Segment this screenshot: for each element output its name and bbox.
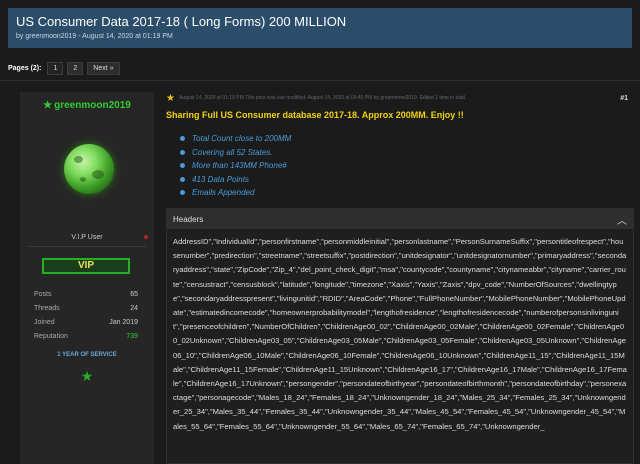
star-icon: ★ [166, 92, 175, 104]
stat-value: 65 [130, 291, 138, 298]
next-page-button[interactable]: Next » [87, 62, 120, 75]
user-title: V.I.P User [71, 234, 103, 241]
stat-label: Threads [34, 305, 60, 312]
award-star-icon: ★ [80, 368, 94, 384]
headers-spoiler: Headers ︿ AddressID","IndividualId","per… [166, 208, 634, 464]
post-number-link[interactable]: #1 [620, 95, 628, 102]
list-item: Covering all 52 States. [180, 146, 291, 160]
feature-list: Total Count close to 200MM Covering all … [180, 132, 291, 200]
thread-header: US Consumer Data 2017-18 ( Long Forms) 2… [8, 8, 632, 48]
stat-row-reputation: Reputation 739 [34, 330, 138, 344]
stat-row-posts: Posts 65 [34, 288, 138, 302]
star-icon: ★ [43, 100, 53, 111]
spoiler-content: AddressID","IndividualId","personfirstna… [173, 237, 627, 431]
post-date: August 14, 2020 at 01:19 PM This post wa… [178, 95, 467, 101]
post-meta: ★ August 14, 2020 at 01:19 PM This post … [166, 92, 634, 104]
moon-crater [92, 170, 104, 179]
chevron-up-icon[interactable]: ︿ [617, 212, 627, 227]
stat-label: Reputation [34, 333, 68, 340]
user-stats: Posts 65 Threads 24 Joined Jan 2019 Repu… [34, 288, 138, 344]
stat-label: Posts [34, 291, 52, 298]
avatar[interactable] [64, 144, 114, 194]
stat-row-joined: Joined Jan 2019 [34, 316, 138, 330]
post-heading: Sharing Full US Consumer database 2017-1… [166, 110, 464, 120]
spoiler-title: Headers [173, 214, 204, 224]
pagination-label: Pages (2): [8, 65, 42, 72]
stat-value: Jan 2019 [109, 319, 138, 326]
page-2-button[interactable]: 2 [67, 62, 84, 75]
username-label[interactable]: ★ greenmoon2019 [20, 100, 154, 111]
divider [28, 246, 146, 247]
list-item: More than 143MM Phone# [180, 159, 291, 173]
stat-value: 24 [130, 305, 138, 312]
moon-crater [80, 177, 86, 182]
list-item: Emails Appended [180, 186, 291, 200]
thread-title: US Consumer Data 2017-18 ( Long Forms) 2… [16, 14, 347, 29]
stat-row-threads: Threads 24 [34, 302, 138, 316]
stat-label: Joined [34, 319, 55, 326]
page-1-button[interactable]: 1 [47, 62, 64, 75]
offline-status-icon [144, 235, 148, 239]
divider [0, 80, 640, 81]
spoiler-header[interactable]: Headers ︿ [167, 209, 633, 229]
moon-crater [74, 156, 83, 163]
reputation-value[interactable]: 739 [126, 330, 138, 344]
username-text: greenmoon2019 [54, 100, 131, 111]
list-item: Total Count close to 200MM [180, 132, 291, 146]
list-item: 413 Data Points [180, 173, 291, 187]
vip-badge: VIP [42, 258, 130, 274]
service-award: 1 YEAR OF SERVICE [57, 352, 117, 358]
user-sidebar: ★ greenmoon2019 V.I.P User VIP Posts 65 T… [20, 92, 154, 464]
pagination: Pages (2): 1 2 Next » [8, 62, 120, 75]
thread-byline: by greenmoon2019 - August 14, 2020 at 01… [16, 33, 173, 40]
